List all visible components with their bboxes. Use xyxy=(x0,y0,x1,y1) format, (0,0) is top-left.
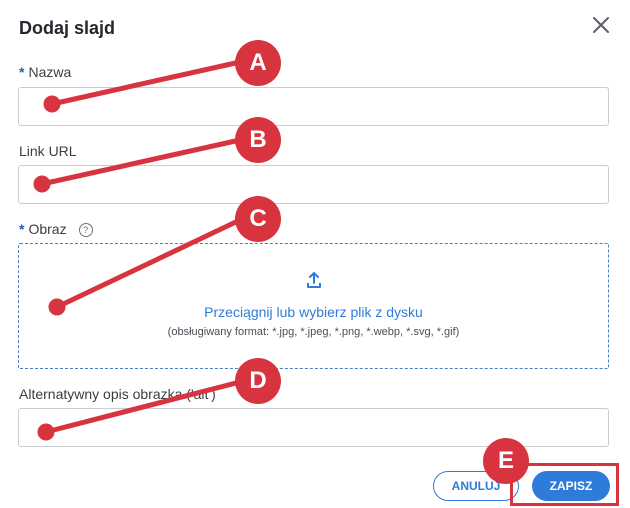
dialog-title: Dodaj slajd xyxy=(19,18,116,38)
close-icon[interactable] xyxy=(588,12,614,38)
annotation-marker-c: C xyxy=(235,196,281,242)
name-label: * Nazwa xyxy=(19,64,71,80)
upload-icon xyxy=(307,272,321,288)
supported-formats-text: (obsługiwany format: *.jpg, *.jpeg, *.pn… xyxy=(167,326,460,338)
image-label-text: Obraz xyxy=(28,221,67,237)
annotation-marker-e: E xyxy=(483,438,529,484)
name-input[interactable] xyxy=(18,87,609,126)
image-dropzone[interactable]: Przeciągnij lub wybierz plik z dysku (ob… xyxy=(18,243,609,369)
link-url-input[interactable] xyxy=(18,165,609,204)
save-button[interactable]: ZAPISZ xyxy=(532,471,610,501)
dropzone-text: Przeciągnij lub wybierz plik z dysku xyxy=(204,304,423,320)
alt-text-input[interactable] xyxy=(18,408,609,447)
link-label: Link URL xyxy=(19,143,77,159)
alt-label: Alternatywny opis obrazka ('alt') xyxy=(19,386,216,402)
annotation-marker-b: B xyxy=(235,117,281,163)
required-mark: * xyxy=(19,64,25,80)
add-slide-dialog: Dodaj slajd * Nazwa Link URL * Obraz? Prze… xyxy=(0,0,630,508)
question-circle-icon[interactable]: ? xyxy=(78,223,93,237)
annotation-marker-d: D xyxy=(235,358,281,404)
image-label: * Obraz? xyxy=(19,221,93,237)
required-mark: * xyxy=(19,221,25,237)
name-label-text: Nazwa xyxy=(28,64,72,80)
annotation-marker-a: A xyxy=(235,40,281,86)
